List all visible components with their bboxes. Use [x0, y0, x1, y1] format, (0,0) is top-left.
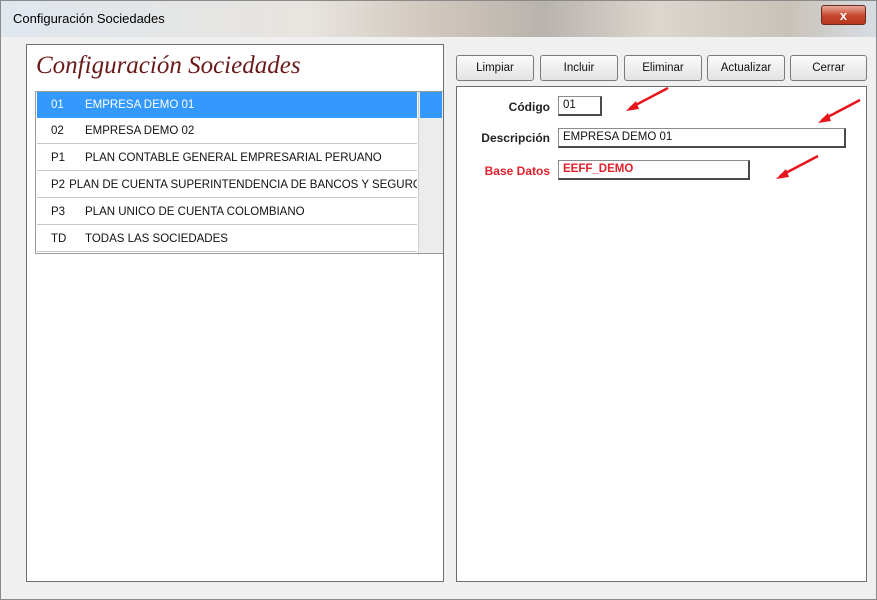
list-item-p1[interactable]: P1 PLAN CONTABLE GENERAL EMPRESARIAL PER…	[37, 145, 417, 171]
annotation-arrow-icon	[626, 86, 669, 111]
list-item-code: P1	[51, 151, 66, 164]
list-item-description: PLAN CONTABLE GENERAL EMPRESARIAL PERUAN…	[85, 151, 382, 164]
window-title: Configuración Sociedades	[13, 11, 165, 26]
eliminar-button[interactable]: Eliminar	[624, 55, 702, 81]
list-item-code: 02	[51, 124, 64, 137]
title-bar[interactable]: Configuración Sociedades x	[1, 1, 876, 37]
actualizar-button[interactable]: Actualizar	[707, 55, 785, 81]
codigo-label: Código	[508, 100, 550, 114]
list-item-01[interactable]: 01 EMPRESA DEMO 01	[37, 92, 417, 118]
list-item-description: EMPRESA DEMO 02	[85, 124, 195, 137]
close-icon: x	[839, 7, 848, 23]
list-item-description: EMPRESA DEMO 01	[85, 98, 195, 111]
list-item-02[interactable]: 02 EMPRESA DEMO 02	[37, 118, 417, 144]
base-datos-field[interactable]: EEFF_DEMO	[558, 160, 750, 180]
limpiar-button[interactable]: Limpiar	[456, 55, 534, 81]
list-item-p2[interactable]: P2 PLAN DE CUENTA SUPERINTENDENCIA DE BA…	[37, 172, 417, 198]
cerrar-button[interactable]: Cerrar	[790, 55, 867, 81]
codigo-field[interactable]: 01	[558, 96, 602, 116]
company-list[interactable]: 01 EMPRESA DEMO 01 02 EMPRESA DEMO 02 P1…	[35, 91, 443, 254]
list-item-description: PLAN UNICO DE CUENTA COLOMBIANO	[85, 205, 305, 218]
list-item-code: 01	[51, 98, 64, 111]
descripcion-label: Descripción	[481, 131, 550, 145]
list-item-code: TD	[51, 232, 67, 245]
list-item-code: P2	[51, 178, 66, 191]
annotation-arrow-icon	[776, 154, 819, 179]
list-item-code: P3	[51, 205, 66, 218]
base-datos-label: Base Datos	[484, 164, 550, 178]
list-scrollbar-thumb[interactable]	[420, 92, 442, 118]
annotation-arrow-icon	[818, 98, 861, 123]
list-item-p3[interactable]: P3 PLAN UNICO DE CUENTA COLOMBIANO	[37, 199, 417, 225]
close-button[interactable]: x	[821, 5, 866, 25]
page-title: Configuración Sociedades	[36, 52, 301, 79]
descripcion-field[interactable]: EMPRESA DEMO 01	[558, 128, 846, 148]
list-item-description: TODAS LAS SOCIEDADES	[85, 232, 228, 245]
incluir-button[interactable]: Incluir	[540, 55, 618, 81]
list-item-description: PLAN DE CUENTA SUPERINTENDENCIA DE BANCO…	[69, 178, 417, 191]
list-item-td[interactable]: TD TODAS LAS SOCIEDADES	[37, 226, 417, 252]
